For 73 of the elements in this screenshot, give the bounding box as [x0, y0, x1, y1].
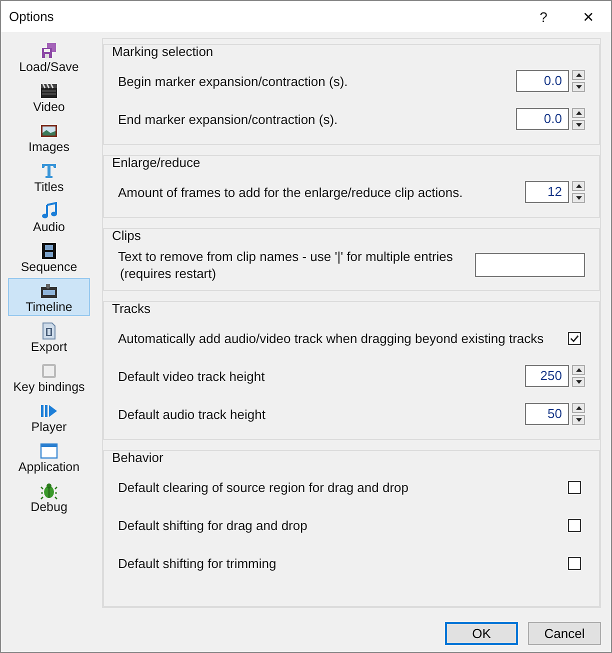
sidebar-item[interactable]: Images [8, 118, 90, 156]
sidebar-item[interactable]: Player [8, 398, 90, 436]
close-button[interactable]: ✕ [566, 8, 611, 24]
text-field[interactable] [475, 253, 585, 277]
down-triangle-icon [576, 123, 582, 127]
window-title: Options [9, 9, 55, 24]
up-triangle-icon [576, 111, 582, 115]
checkbox[interactable] [568, 556, 581, 570]
spin-down-button[interactable] [572, 377, 585, 387]
spin-up-button[interactable] [572, 70, 585, 80]
sidebar-item[interactable]: Debug [8, 478, 90, 516]
cancel-button[interactable]: Cancel [528, 622, 601, 645]
up-triangle-icon [576, 184, 582, 188]
spin-up-button[interactable] [572, 365, 585, 375]
down-triangle-icon [576, 196, 582, 200]
number-field[interactable]: 250 [525, 365, 569, 387]
spin-up-button[interactable] [572, 181, 585, 191]
film-strip-icon [40, 242, 58, 260]
spin-up-button[interactable] [572, 108, 585, 118]
sidebar-item[interactable]: Sequence [8, 238, 90, 276]
sidebar-item[interactable]: Video [8, 78, 90, 116]
setting-label: Automatically add audio/video track when dragging beyond existing tracks [118, 330, 545, 346]
bug-icon [40, 482, 58, 500]
spin-down-button[interactable] [572, 193, 585, 203]
down-triangle-icon [576, 418, 582, 422]
clapperboard-icon [40, 82, 58, 100]
sidebar-item[interactable]: Key bindings [8, 358, 90, 396]
sidebar-item[interactable]: Audio [8, 198, 90, 236]
checkbox[interactable] [568, 480, 581, 494]
sidebar-item[interactable]: Load/Save [8, 38, 90, 76]
play-bars-icon [40, 402, 58, 420]
checkbox[interactable] [568, 518, 581, 532]
number-field[interactable]: 50 [525, 403, 569, 425]
letter-t-icon [40, 162, 58, 180]
spin-up-button[interactable] [572, 403, 585, 413]
down-triangle-icon [576, 380, 582, 384]
up-triangle-icon [576, 368, 582, 372]
window-icon [40, 442, 58, 460]
group-title: Tracks [111, 301, 152, 318]
spin-down-button[interactable] [572, 82, 585, 92]
setting-label: Text to remove from clip names - use '|' for multiple entries [118, 249, 454, 264]
sidebar-item[interactable]: Application [8, 438, 90, 476]
setting-label: Default shifting for drag and drop [118, 518, 308, 532]
sidebar-item[interactable]: Export [8, 318, 90, 356]
number-field[interactable]: 12 [525, 181, 569, 203]
sidebar-item[interactable]: Timeline [8, 278, 90, 316]
ok-button[interactable]: OK [445, 622, 518, 645]
setting-label: End marker expansion/contraction (s). [118, 112, 339, 126]
music-note-icon [40, 202, 58, 220]
setting-label: Default video track height [118, 368, 266, 384]
sidebar-item[interactable]: Titles [8, 158, 90, 196]
up-triangle-icon [576, 73, 582, 77]
film-document-icon [40, 322, 58, 340]
group-title: Clips [111, 228, 142, 245]
floppy-disks-icon [40, 42, 58, 60]
down-triangle-icon [576, 85, 582, 89]
up-triangle-icon [576, 406, 582, 410]
number-field[interactable]: 0.0 [516, 108, 569, 130]
group-title: Enlarge/reduce [111, 155, 202, 172]
setting-label: Default shifting for trimming [118, 556, 278, 570]
note-text: (requires restart) [120, 266, 218, 281]
setting-label: Amount of frames to add for the enlarge/reduce clip actions. [118, 184, 464, 200]
help-button[interactable]: ? [521, 8, 566, 24]
checkbox[interactable] [568, 332, 581, 344]
setting-label: Default audio track height [118, 406, 266, 422]
number-field[interactable]: 0.0 [516, 70, 569, 92]
spin-down-button[interactable] [572, 415, 585, 425]
spin-down-button[interactable] [572, 120, 585, 130]
picture-icon [40, 122, 58, 140]
setting-label: Begin marker expansion/contraction (s). [118, 74, 349, 88]
group-title: Marking selection [111, 44, 214, 61]
setting-label: Default clearing of source region for drag and drop [118, 480, 410, 494]
group-title: Behavior [111, 450, 164, 467]
